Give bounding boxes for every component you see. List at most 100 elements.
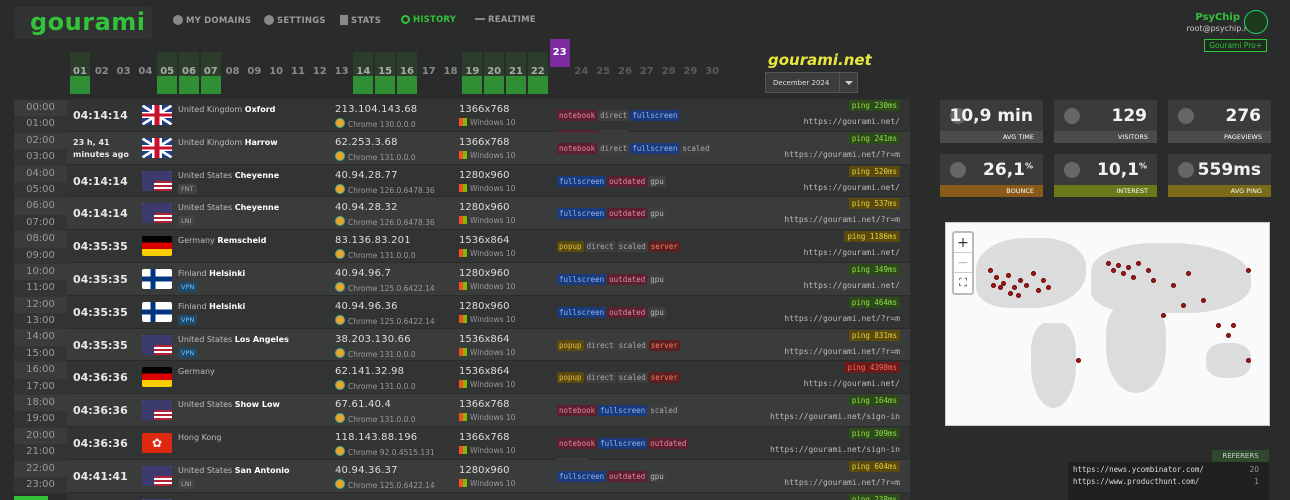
visit-row[interactable]: 04:36:36 Germany 62.141.32.98 Chrome 131.0… — [67, 361, 910, 395]
visit-url[interactable]: https://gourami.net/?r=m — [784, 150, 900, 159]
hour-19[interactable]: 19:00 — [14, 411, 67, 428]
day-26[interactable]: 26 — [615, 52, 635, 94]
visit-row[interactable]: 04:35:35 Finland Helsinki VPN 40.94.96.36 Ch… — [67, 295, 910, 329]
day-07[interactable]: 07 — [200, 52, 221, 94]
map-marker[interactable] — [991, 283, 996, 288]
day-29[interactable]: 29 — [680, 52, 700, 94]
map-marker[interactable] — [1131, 275, 1136, 280]
map-marker[interactable] — [1046, 285, 1051, 290]
map-marker[interactable] — [1106, 261, 1111, 266]
visit-row[interactable]: popupdirectgpu ping 238ms — [67, 492, 910, 500]
map-marker[interactable] — [1216, 323, 1221, 328]
fullscreen-icon[interactable]: ⛶ — [954, 273, 972, 293]
visit-row[interactable]: 04:14:14 United States Cheyenne FNT 40.94.2… — [67, 164, 910, 198]
map-marker[interactable] — [1121, 271, 1126, 276]
visit-row[interactable]: 23 h, 41 minutes ago United Kingdom Harro… — [67, 131, 910, 165]
hour-10[interactable]: 10:00 — [14, 263, 67, 281]
zoom-in-button[interactable]: + — [954, 233, 972, 253]
map-marker[interactable] — [1006, 273, 1011, 278]
day-14[interactable]: 14 — [353, 52, 374, 94]
map-marker[interactable] — [1126, 265, 1131, 270]
day-03[interactable]: 03 — [114, 52, 134, 94]
map-marker[interactable] — [998, 285, 1003, 290]
ip-address[interactable]: 62.253.3.68 — [335, 137, 398, 148]
day-27[interactable]: 27 — [637, 52, 657, 94]
hour-18[interactable]: 18:00 — [14, 395, 67, 412]
ip-address[interactable]: 67.61.40.4 — [335, 399, 391, 410]
hour-12[interactable]: 12:00 — [14, 296, 67, 314]
map-marker[interactable] — [1246, 358, 1251, 363]
hour-20[interactable]: 20:00 — [14, 427, 67, 445]
nav-realtime[interactable]: REALTIME — [475, 15, 536, 25]
hour-09[interactable]: 09:00 — [14, 247, 67, 264]
visit-url[interactable]: https://gourami.net/?r=m — [784, 478, 900, 487]
hour-13[interactable]: 13:00 — [14, 313, 67, 330]
ip-address[interactable]: 213.104.143.68 — [335, 104, 417, 115]
ip-address[interactable]: 40.94.28.32 — [335, 202, 398, 213]
map-marker[interactable] — [1171, 283, 1176, 288]
day-25[interactable]: 25 — [593, 52, 613, 94]
visit-url[interactable]: https://gourami.net/ — [804, 117, 900, 126]
day-12[interactable]: 12 — [310, 52, 330, 94]
map-marker[interactable] — [1151, 278, 1156, 283]
visit-url[interactable]: https://gourami.net/ — [804, 379, 900, 388]
ip-address[interactable]: 83.136.83.201 — [335, 235, 411, 246]
visit-url[interactable]: https://gourami.net/ — [804, 248, 900, 257]
day-23[interactable]: 23 — [549, 39, 570, 67]
map-marker[interactable] — [1076, 358, 1081, 363]
visit-url[interactable]: https://gourami.net/sign-in — [770, 445, 900, 454]
map-marker[interactable] — [1116, 263, 1121, 268]
hour-23[interactable]: 23:00 — [14, 476, 67, 494]
nav-history[interactable]: HISTORY — [401, 15, 456, 25]
ip-address[interactable]: 62.141.32.98 — [335, 366, 404, 377]
day-09[interactable]: 09 — [244, 52, 264, 94]
visit-row[interactable]: 04:36:36 United States Show Low 67.61.40.4… — [67, 394, 910, 427]
map-marker[interactable] — [1181, 303, 1186, 308]
map-marker[interactable] — [1201, 298, 1206, 303]
hour-04[interactable]: 04:00 — [14, 165, 67, 182]
visit-url[interactable]: https://gourami.net/ — [804, 281, 900, 290]
ip-address[interactable]: 40.94.96.36 — [335, 301, 398, 312]
hour-22[interactable]: 22:00 — [14, 460, 67, 477]
map-marker[interactable] — [1231, 323, 1236, 328]
hour-00[interactable]: 00:00 — [14, 100, 67, 117]
day-10[interactable]: 10 — [266, 52, 286, 94]
day-18[interactable]: 18 — [441, 52, 461, 94]
map-marker[interactable] — [1161, 313, 1166, 318]
visit-row[interactable]: 04:35:35 United States Los Angeles VPN 38.2… — [67, 328, 910, 362]
map-marker[interactable] — [1111, 268, 1116, 273]
ip-address[interactable]: 38.203.130.66 — [335, 334, 411, 345]
map-marker[interactable] — [1036, 288, 1041, 293]
day-08[interactable]: 08 — [223, 52, 243, 94]
nav-stats[interactable]: STATS — [340, 15, 381, 26]
visit-url[interactable]: https://gourami.net/sign-in — [770, 412, 900, 421]
plan-badge[interactable]: Gourami Pro+ — [1204, 39, 1267, 52]
map-marker[interactable] — [1024, 283, 1029, 288]
day-21[interactable]: 21 — [506, 52, 526, 94]
visit-row[interactable]: 04:35:35 Finland Helsinki VPN 40.94.96.7 Chr… — [67, 262, 910, 296]
day-02[interactable]: 02 — [92, 52, 112, 94]
hour-16[interactable]: 16:00 — [14, 362, 67, 379]
day-11[interactable]: 11 — [288, 52, 308, 94]
map-marker[interactable] — [994, 275, 999, 280]
map-marker[interactable] — [988, 268, 993, 273]
day-30[interactable]: 30 — [702, 52, 722, 94]
day-05[interactable]: 05 — [157, 52, 178, 94]
hour-01[interactable]: 01:00 — [14, 116, 67, 133]
ip-address[interactable]: 40.94.36.37 — [335, 465, 398, 476]
hour-02[interactable]: 02:00 — [14, 132, 67, 150]
day-22[interactable]: 22 — [527, 52, 548, 94]
hour-07[interactable]: 07:00 — [14, 214, 67, 232]
map-marker[interactable] — [1031, 271, 1036, 276]
day-04[interactable]: 04 — [135, 52, 155, 94]
hour-11[interactable]: 11:00 — [14, 280, 67, 297]
map-marker[interactable] — [1186, 271, 1191, 276]
map-marker[interactable] — [1016, 293, 1021, 298]
map-marker[interactable] — [1136, 261, 1141, 266]
ip-address[interactable]: 118.143.88.196 — [335, 432, 417, 443]
hour-05[interactable]: 05:00 — [14, 181, 67, 199]
visit-row[interactable]: 04:35:35 Germany Remscheid 83.136.83.201 Ch… — [67, 230, 910, 263]
day-15[interactable]: 15 — [375, 52, 396, 94]
visit-url[interactable]: https://gourami.net/?r=m — [784, 347, 900, 356]
month-select[interactable]: December 2024 — [765, 72, 858, 93]
